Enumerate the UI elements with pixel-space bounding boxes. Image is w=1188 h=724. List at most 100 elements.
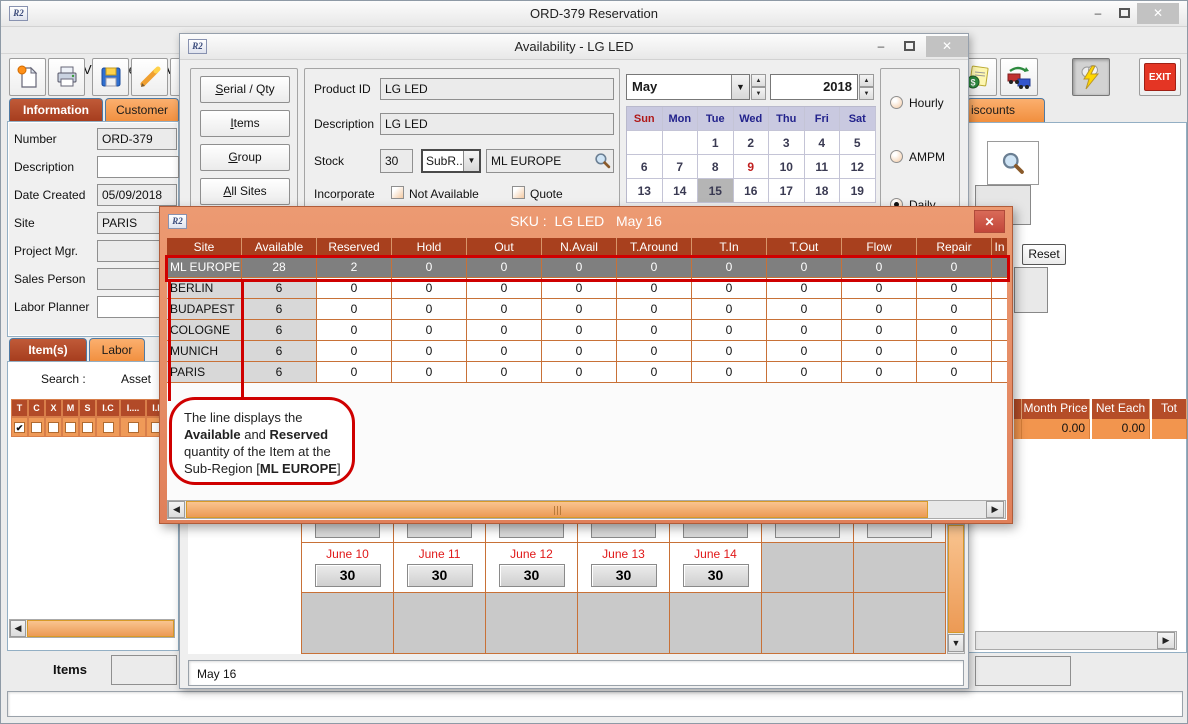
sku-col-available[interactable]: Available (242, 238, 317, 257)
schedule-empty-cell[interactable] (394, 593, 486, 654)
sku-cell[interactable]: 0 (767, 362, 842, 383)
schedule-day-cell[interactable]: June 13 30 (578, 543, 670, 593)
calendar-day[interactable]: 7 (663, 155, 699, 179)
edit-button[interactable] (131, 58, 168, 96)
sku-cell[interactable]: 2 (317, 257, 392, 278)
sku-cell[interactable]: 0 (617, 320, 692, 341)
year-field[interactable]: 2018 (770, 74, 858, 100)
qty-button[interactable]: 30 (591, 564, 657, 587)
sku-col-hold[interactable]: Hold (392, 238, 467, 257)
sku-hscrollbar[interactable]: ◀ ▶ (167, 500, 1006, 519)
date-created-field[interactable]: 05/09/2018 (97, 184, 177, 206)
schedule-cell[interactable] (486, 524, 578, 543)
schedule-cell[interactable] (762, 524, 854, 543)
net-each-header[interactable]: Net Each (1092, 399, 1150, 419)
sku-cell[interactable] (992, 362, 1007, 383)
maximize-icon[interactable] (1111, 5, 1137, 23)
calendar-day[interactable]: 4 (805, 131, 841, 155)
description-field[interactable] (97, 156, 179, 178)
total-header[interactable]: Tot (1152, 399, 1187, 419)
sku-cell[interactable]: 0 (917, 362, 992, 383)
spin-down-icon[interactable]: ▼ (859, 87, 874, 100)
transfer-button[interactable] (1000, 58, 1038, 96)
calendar-day[interactable] (663, 131, 699, 155)
sku-cell[interactable]: 0 (467, 299, 542, 320)
quote-checkbox[interactable] (512, 186, 525, 199)
col-header-m[interactable]: M (62, 399, 79, 417)
calendar-day[interactable] (627, 131, 663, 155)
sku-cell[interactable]: 0 (842, 320, 917, 341)
sku-cell[interactable]: 0 (392, 299, 467, 320)
schedule-empty-cell[interactable] (670, 593, 762, 654)
schedule-empty-cell[interactable] (302, 593, 394, 654)
close-icon[interactable]: ✕ (974, 210, 1005, 233)
scroll-right-icon[interactable]: ▶ (1157, 632, 1175, 649)
customer-search-button[interactable] (987, 141, 1039, 185)
calendar-day[interactable]: 17 (769, 179, 805, 203)
minimize-icon[interactable]: – (1085, 5, 1111, 23)
sku-row-site[interactable]: ML EUROPE (167, 257, 242, 278)
month-price-header[interactable]: Month Price (1022, 399, 1090, 419)
sku-cell[interactable]: 0 (767, 299, 842, 320)
calendar-day[interactable]: 6 (627, 155, 663, 179)
sku-col-clipped[interactable]: In (992, 238, 1007, 257)
sku-cell[interactable]: 28 (242, 257, 317, 278)
scroll-down-icon[interactable]: ▼ (948, 634, 964, 652)
calendar-day-selected[interactable]: 15 (698, 179, 734, 203)
sku-cell[interactable]: 0 (842, 362, 917, 383)
calendar-day[interactable]: 5 (840, 131, 876, 155)
checkbox-c[interactable] (28, 417, 45, 437)
reset-button[interactable]: Reset (1022, 244, 1066, 265)
tab-discounts[interactable]: iscounts (967, 98, 1045, 122)
close-icon[interactable]: ✕ (926, 36, 968, 57)
sku-cell[interactable]: 0 (467, 362, 542, 383)
qty-button[interactable]: 30 (683, 564, 749, 587)
sku-cell[interactable]: 0 (392, 257, 467, 278)
month-spinner[interactable]: ▲ ▼ (751, 74, 766, 100)
group-button[interactable]: Group (200, 144, 290, 171)
sku-col-tin[interactable]: T.In (692, 238, 767, 257)
region-type-dropdown[interactable]: SubR... ▼ (421, 149, 481, 173)
sku-cell[interactable]: 0 (617, 299, 692, 320)
schedule-day-cell[interactable]: June 14 30 (670, 543, 762, 593)
sku-col-taround[interactable]: T.Around (617, 238, 692, 257)
scrollbar-thumb[interactable] (186, 501, 928, 518)
sku-cell[interactable]: 6 (242, 341, 317, 362)
calendar-day[interactable]: 8 (698, 155, 734, 179)
sku-cell[interactable]: 0 (617, 278, 692, 299)
sku-row-site[interactable]: COLOGNE (167, 320, 242, 341)
tab-information[interactable]: Information (9, 98, 103, 122)
sku-col-tout[interactable]: T.Out (767, 238, 842, 257)
sku-cell[interactable] (992, 278, 1007, 299)
calendar-day[interactable]: 11 (805, 155, 841, 179)
number-field[interactable]: ORD-379 (97, 128, 177, 150)
sku-col-flow[interactable]: Flow (842, 238, 917, 257)
schedule-cell[interactable] (578, 524, 670, 543)
sku-cell[interactable] (992, 257, 1007, 278)
all-sites-button[interactable]: All Sites (200, 178, 290, 205)
sku-cell[interactable] (992, 299, 1007, 320)
product-id-field[interactable]: LG LED (380, 78, 614, 100)
schedule-cell[interactable] (854, 524, 946, 543)
sku-cell[interactable]: 0 (767, 341, 842, 362)
col-header-ic[interactable]: I.C (96, 399, 120, 417)
calendar-day[interactable]: 1 (698, 131, 734, 155)
new-document-button[interactable] (9, 58, 46, 96)
sku-cell[interactable]: 0 (467, 320, 542, 341)
sku-cell[interactable]: 0 (542, 278, 617, 299)
print-button[interactable] (48, 58, 85, 96)
sku-col-reserved[interactable]: Reserved (317, 238, 392, 257)
items-button[interactable]: Items (200, 110, 290, 137)
calendar-day[interactable]: 2 (734, 131, 770, 155)
qty-button[interactable]: 30 (499, 564, 565, 587)
sku-cell[interactable]: 0 (842, 257, 917, 278)
month-dropdown[interactable]: May ▼ (626, 74, 750, 100)
sku-cell[interactable]: 0 (917, 278, 992, 299)
sku-cell[interactable]: 0 (317, 362, 392, 383)
sku-row-site[interactable]: BUDAPEST (167, 299, 242, 320)
scroll-right-icon[interactable]: ▶ (986, 501, 1004, 518)
sku-cell[interactable]: 0 (617, 341, 692, 362)
col-header-x[interactable]: X (45, 399, 62, 417)
schedule-empty-cell[interactable] (762, 593, 854, 654)
sku-cell[interactable]: 0 (692, 320, 767, 341)
